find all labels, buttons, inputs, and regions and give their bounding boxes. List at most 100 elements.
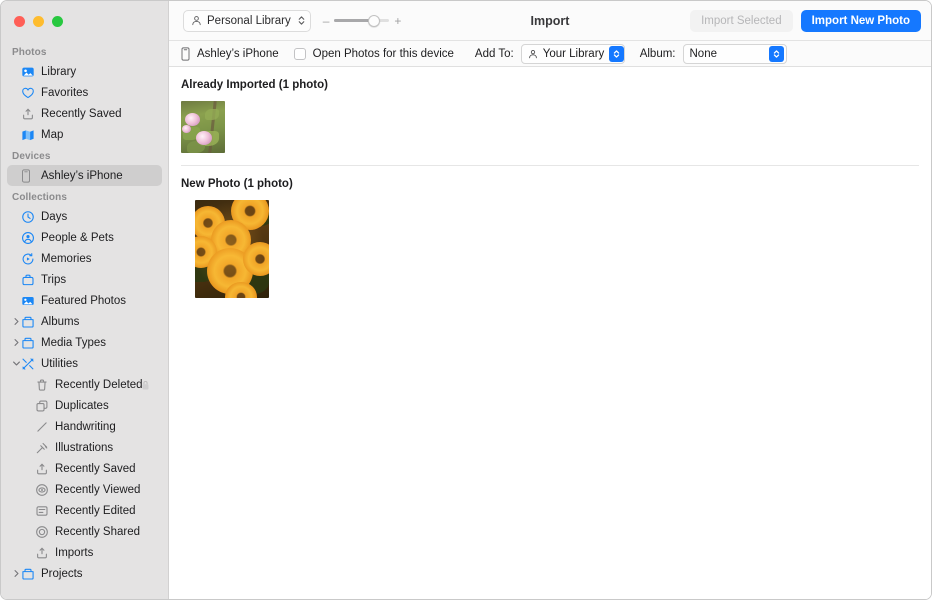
sidebar-item-label: Ashley’s iPhone	[41, 169, 123, 182]
sidebar-item-imports[interactable]: Imports	[7, 542, 162, 563]
sidebar-item-utilities[interactable]: Utilities	[7, 353, 162, 374]
add-to-value: Your Library	[542, 47, 605, 60]
main-area: Personal Library – + Import Import Selec…	[169, 1, 931, 599]
section-new-photo: New Photo (1 photo)	[181, 166, 919, 298]
sidebar-item-recently-saved[interactable]: Recently Saved	[7, 103, 162, 124]
sidebar-item-illustrations[interactable]: Illustrations	[7, 437, 162, 458]
chevron-down-icon[interactable]	[11, 358, 22, 369]
suitcase-icon	[21, 273, 40, 287]
open-photos-checkbox[interactable]	[293, 47, 306, 60]
clock-icon	[21, 210, 40, 224]
sidebar-item-ashley-s-iphone[interactable]: Ashley’s iPhone	[7, 165, 162, 186]
slider-square-icon	[35, 504, 54, 518]
up-down-chevron-icon	[298, 15, 305, 26]
eye-circle-icon	[35, 483, 54, 497]
album-popup[interactable]: None	[682, 43, 787, 64]
sidebar-item-label: Trips	[41, 273, 67, 286]
sidebar-item-trips[interactable]: Trips	[7, 269, 162, 290]
sidebar: Photos Library Favorites Recently Saved Map D…	[1, 1, 169, 599]
wrench-screwdriver-icon	[21, 357, 40, 371]
close-button[interactable]	[14, 15, 25, 27]
photos-import-window: Photos Library Favorites Recently Saved Map D…	[0, 0, 932, 600]
sidebar-item-library[interactable]: Library	[7, 61, 162, 82]
sidebar-item-recently-deleted[interactable]: Recently Deleted	[7, 374, 162, 395]
section-title: New Photo (1 photo)	[181, 178, 293, 190]
sidebar-item-label: Library	[41, 65, 77, 78]
memories-play-icon	[21, 252, 40, 266]
photo-thumbnail-already-imported[interactable]	[181, 101, 225, 153]
sidebar-group-header: Collections	[12, 192, 67, 203]
zoom-in-label[interactable]: +	[394, 14, 401, 28]
photo-thumbnail-new-photo[interactable]	[195, 200, 269, 298]
chevron-right-icon[interactable]	[11, 568, 22, 579]
sidebar-item-label: Albums	[41, 315, 80, 328]
folder-icon	[21, 315, 40, 329]
pink-geranium-flowers	[181, 101, 225, 153]
sidebar-item-label: Recently Viewed	[55, 483, 141, 496]
sidebar-item-label: Memories	[41, 252, 92, 265]
sidebar-item-recently-edited[interactable]: Recently Edited	[7, 500, 162, 521]
sidebar-item-media-types[interactable]: Media Types	[7, 332, 162, 353]
sidebar-item-label: Duplicates	[55, 399, 109, 412]
sidebar-item-label: Map	[41, 128, 64, 141]
sidebar-item-label: Recently Edited	[55, 504, 136, 517]
import-content: Already Imported (1 photo) New Photo (1 …	[169, 67, 931, 599]
import-options-bar: Ashley’s iPhone Open Photos for this dev…	[169, 41, 931, 67]
thumbnail-grid	[181, 101, 919, 153]
map-icon	[21, 128, 40, 142]
library-picker[interactable]: Personal Library	[183, 9, 311, 32]
sidebar-item-handwriting[interactable]: Handwriting	[7, 416, 162, 437]
chevron-right-icon[interactable]	[11, 337, 22, 348]
chevron-up-down-icon	[609, 45, 625, 62]
device-name: Ashley’s iPhone	[197, 47, 279, 60]
sidebar-item-recently-shared[interactable]: Recently Shared	[7, 521, 162, 542]
sidebar-item-memories[interactable]: Memories	[7, 248, 162, 269]
sidebar-item-people-pets[interactable]: People & Pets	[7, 227, 162, 248]
sidebar-item-favorites[interactable]: Favorites	[7, 82, 162, 103]
sidebar-item-days[interactable]: Days	[7, 206, 162, 227]
sidebar-item-recently-saved[interactable]: Recently Saved	[7, 458, 162, 479]
section-title: Already Imported (1 photo)	[181, 79, 328, 91]
toolbar: Personal Library – + Import Import Selec…	[169, 1, 931, 41]
add-to-popup[interactable]: Your Library	[520, 43, 625, 64]
zoom-control: – +	[323, 14, 402, 28]
iphone-icon	[21, 168, 40, 183]
featured-photo-icon	[21, 294, 40, 308]
sidebar-item-label: Imports	[55, 546, 94, 559]
person-icon	[528, 49, 538, 59]
slider-knob[interactable]	[368, 14, 381, 27]
zoom-out-label[interactable]: –	[323, 14, 330, 28]
tray-arrow-up-icon	[35, 546, 54, 560]
zoom-slider[interactable]	[334, 14, 390, 28]
sidebar-item-label: Illustrations	[55, 441, 114, 454]
library-picker-label: Personal Library	[207, 14, 291, 27]
album-value: None	[689, 47, 718, 60]
minimize-button[interactable]	[33, 15, 44, 27]
thumbnail-grid	[181, 200, 919, 298]
sidebar-item-featured-photos[interactable]: Featured Photos	[7, 290, 162, 311]
add-to-label: Add To:	[474, 47, 514, 60]
import-new-photo-button[interactable]: Import New Photo	[800, 9, 921, 32]
illustrations-icon	[35, 441, 54, 455]
open-photos-label: Open Photos for this device	[312, 47, 454, 60]
duplicates-icon	[35, 399, 54, 413]
sidebar-item-map[interactable]: Map	[7, 124, 162, 145]
sidebar-item-albums[interactable]: Albums	[7, 311, 162, 332]
sidebar-group-header: Devices	[12, 151, 51, 162]
lock-icon	[141, 379, 150, 390]
sidebar-item-projects[interactable]: Projects	[7, 563, 162, 584]
import-selected-button[interactable]: Import Selected	[690, 9, 793, 32]
zoom-button[interactable]	[52, 15, 63, 27]
sidebar-item-duplicates[interactable]: Duplicates	[7, 395, 162, 416]
sidebar-item-label: Featured Photos	[41, 294, 127, 307]
sidebar-item-recently-viewed[interactable]: Recently Viewed	[7, 479, 162, 500]
chevron-right-icon[interactable]	[11, 316, 22, 327]
share-circle-icon	[35, 525, 54, 539]
tray-arrow-up-icon	[35, 462, 54, 476]
sidebar-group-header: Photos	[12, 47, 47, 58]
window-controls	[1, 1, 168, 41]
photos-library-icon	[21, 65, 40, 79]
sidebar-item-label: Days	[41, 210, 68, 223]
folder-icon	[21, 567, 40, 581]
trash-icon	[35, 378, 54, 392]
